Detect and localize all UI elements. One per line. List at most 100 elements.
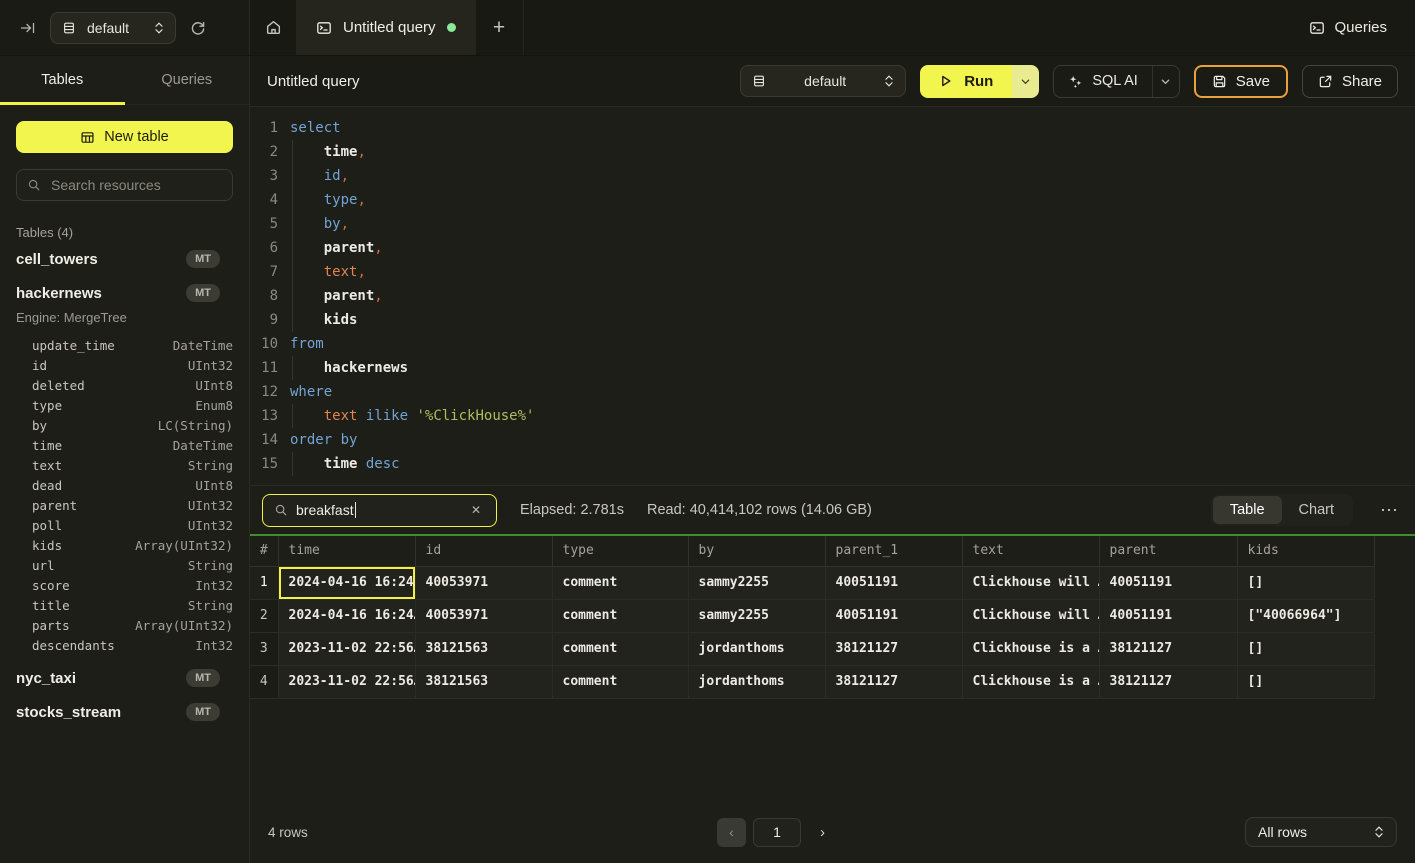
table-cell[interactable]: 38121127 bbox=[1099, 632, 1237, 665]
editor-line[interactable]: 9 kids bbox=[250, 308, 1415, 332]
table-cell[interactable]: 38121127 bbox=[825, 665, 962, 698]
table-cell[interactable]: 40053971 bbox=[415, 599, 552, 632]
queries-button[interactable]: Queries bbox=[1303, 18, 1393, 37]
page-size-selector[interactable]: All rows bbox=[1245, 817, 1397, 847]
table-cell[interactable]: [] bbox=[1237, 566, 1374, 599]
table-cell[interactable]: 40053971 bbox=[415, 566, 552, 599]
clear-search-button[interactable]: ✕ bbox=[467, 501, 485, 519]
line-number: 8 bbox=[250, 284, 278, 308]
sql-ai-options-button[interactable] bbox=[1152, 66, 1179, 97]
collapse-sidebar-button[interactable] bbox=[12, 12, 44, 44]
editor-line[interactable]: 14 order by bbox=[250, 428, 1415, 452]
table-cell[interactable]: Clickhouse will … bbox=[962, 599, 1099, 632]
column-header[interactable]: time bbox=[278, 536, 415, 566]
table-cell[interactable]: Clickhouse will … bbox=[962, 566, 1099, 599]
sidebar-table-item[interactable]: cell_towers MT bbox=[16, 242, 233, 276]
table-cell[interactable]: sammy2255 bbox=[688, 566, 825, 599]
sidebar-tab-tables[interactable]: Tables bbox=[0, 56, 125, 104]
editor-line[interactable]: 13 text ilike '%ClickHouse%' bbox=[250, 404, 1415, 428]
table-cell[interactable]: 38121127 bbox=[1099, 665, 1237, 698]
table-cell[interactable]: comment bbox=[552, 632, 688, 665]
results-search-input[interactable]: breakfast bbox=[296, 502, 459, 518]
previous-page-button[interactable]: ‹ bbox=[717, 818, 746, 847]
row-number[interactable]: 3 bbox=[250, 632, 278, 665]
tab-untitled-query[interactable]: Untitled query bbox=[296, 0, 476, 55]
sql-ai-button[interactable]: SQL AI bbox=[1053, 65, 1179, 98]
sidebar-table-item[interactable]: stocks_stream MT bbox=[16, 695, 233, 729]
editor-line[interactable]: 1 select bbox=[250, 116, 1415, 140]
row-number[interactable]: 4 bbox=[250, 665, 278, 698]
row-number[interactable]: 2 bbox=[250, 599, 278, 632]
table-cell[interactable]: 2024-04-16 16:24… bbox=[278, 566, 415, 599]
row-number[interactable]: 1 bbox=[250, 566, 278, 599]
editor-line[interactable]: 10 from bbox=[250, 332, 1415, 356]
table-cell[interactable]: 38121563 bbox=[415, 665, 552, 698]
table-cell[interactable]: 40051191 bbox=[825, 566, 962, 599]
column-header[interactable]: # bbox=[250, 536, 278, 566]
column-header[interactable]: text bbox=[962, 536, 1099, 566]
line-number: 13 bbox=[250, 404, 278, 428]
table-cell[interactable]: 40051191 bbox=[1099, 599, 1237, 632]
table-cell[interactable]: 40051191 bbox=[825, 599, 962, 632]
code-line: by, bbox=[290, 212, 349, 236]
database-selector[interactable]: default bbox=[50, 12, 176, 44]
table-cell[interactable]: 38121127 bbox=[825, 632, 962, 665]
new-tab-button[interactable]: + bbox=[476, 0, 524, 55]
table-cell[interactable]: [] bbox=[1237, 632, 1374, 665]
editor-line[interactable]: 15 time desc bbox=[250, 452, 1415, 476]
editor-line[interactable]: 5 by, bbox=[250, 212, 1415, 236]
table-cell[interactable]: Clickhouse is a … bbox=[962, 665, 1099, 698]
editor-line[interactable]: 7 text, bbox=[250, 260, 1415, 284]
view-toggle-table[interactable]: Table bbox=[1213, 496, 1282, 524]
column-header[interactable]: type bbox=[552, 536, 688, 566]
share-button[interactable]: Share bbox=[1302, 65, 1398, 98]
editor-line[interactable]: 6 parent, bbox=[250, 236, 1415, 260]
table-cell[interactable]: 40051191 bbox=[1099, 566, 1237, 599]
results-menu-button[interactable]: ⋯ bbox=[1376, 500, 1403, 521]
editor-line[interactable]: 11 hackernews bbox=[250, 356, 1415, 380]
save-button[interactable]: Save bbox=[1194, 65, 1288, 98]
run-button-main[interactable]: Run bbox=[920, 65, 1012, 98]
sidebar-table-item[interactable]: nyc_taxi MT bbox=[16, 661, 233, 695]
table-cell[interactable]: ["40066964"] bbox=[1237, 599, 1374, 632]
sidebar-table-item[interactable]: hackernews MT bbox=[16, 276, 233, 310]
editor-line[interactable]: 8 parent, bbox=[250, 284, 1415, 308]
column-name: id bbox=[32, 358, 47, 373]
table-cell[interactable]: Clickhouse is a … bbox=[962, 632, 1099, 665]
table-cell[interactable]: 38121563 bbox=[415, 632, 552, 665]
run-button[interactable]: Run bbox=[920, 65, 1039, 98]
run-options-button[interactable] bbox=[1012, 65, 1039, 98]
editor-line[interactable]: 4 type, bbox=[250, 188, 1415, 212]
table-cell[interactable]: comment bbox=[552, 599, 688, 632]
page-number-input[interactable]: 1 bbox=[753, 818, 801, 847]
column-header[interactable]: parent bbox=[1099, 536, 1237, 566]
results-table-area: #timeidtypebyparent_1textparentkids 1202… bbox=[250, 536, 1415, 801]
table-cell[interactable]: jordanthoms bbox=[688, 632, 825, 665]
editor-line[interactable]: 3 id, bbox=[250, 164, 1415, 188]
new-table-button[interactable]: New table bbox=[16, 121, 233, 153]
view-toggle-chart[interactable]: Chart bbox=[1282, 496, 1351, 524]
table-cell[interactable]: 2023-11-02 22:56… bbox=[278, 632, 415, 665]
column-header[interactable]: by bbox=[688, 536, 825, 566]
table-cell[interactable]: comment bbox=[552, 665, 688, 698]
column-header[interactable]: parent_1 bbox=[825, 536, 962, 566]
sidebar-search-input[interactable] bbox=[49, 176, 222, 194]
table-cell[interactable]: 2024-04-16 16:24… bbox=[278, 599, 415, 632]
table-cell[interactable]: jordanthoms bbox=[688, 665, 825, 698]
query-database-selector[interactable]: default bbox=[740, 65, 906, 97]
next-page-button[interactable]: › bbox=[808, 818, 837, 847]
sidebar-tab-queries[interactable]: Queries bbox=[125, 56, 250, 104]
home-button[interactable] bbox=[250, 0, 296, 55]
table-cell[interactable]: comment bbox=[552, 566, 688, 599]
code-line: time, bbox=[290, 140, 366, 164]
sql-editor[interactable]: 1 select 2 time, 3 id, 4 type, 5 by, 6 p… bbox=[250, 107, 1415, 485]
table-cell[interactable]: sammy2255 bbox=[688, 599, 825, 632]
column-header[interactable]: id bbox=[415, 536, 552, 566]
column-header[interactable]: kids bbox=[1237, 536, 1374, 566]
editor-line[interactable]: 2 time, bbox=[250, 140, 1415, 164]
table-cell[interactable]: 2023-11-02 22:56… bbox=[278, 665, 415, 698]
refresh-button[interactable] bbox=[182, 12, 214, 44]
editor-line[interactable]: 12 where bbox=[250, 380, 1415, 404]
table-cell[interactable]: [] bbox=[1237, 665, 1374, 698]
sql-ai-button-main[interactable]: SQL AI bbox=[1054, 66, 1151, 97]
